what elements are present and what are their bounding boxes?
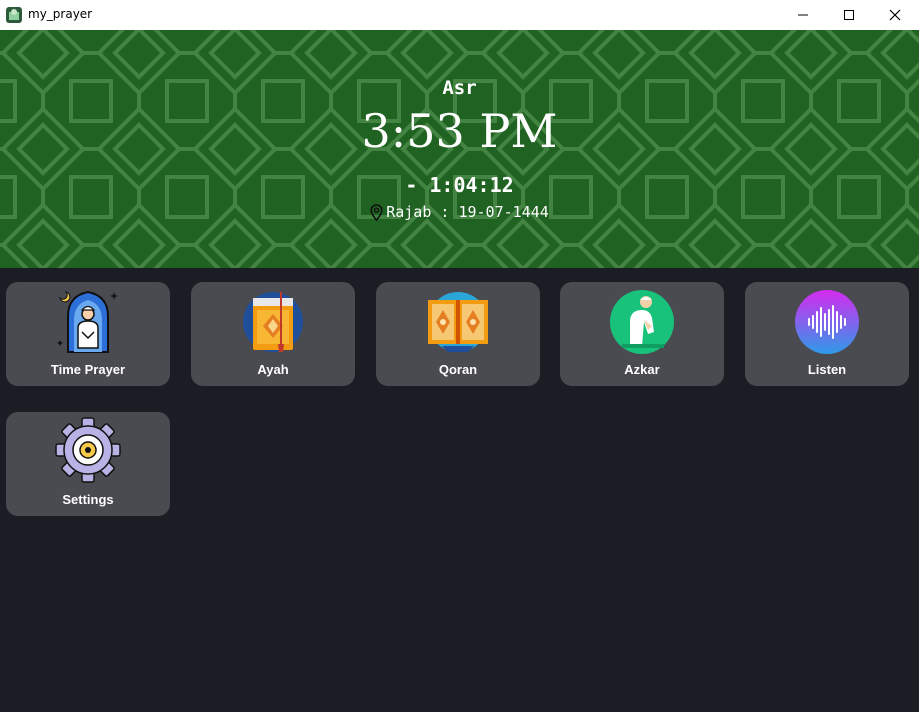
close-button[interactable] [872,0,918,30]
minimize-icon [798,14,808,16]
praying-man-icon [57,290,118,353]
minimize-button[interactable] [780,0,826,30]
hijri-date-row: Rajab : 19-07-1444 [0,203,919,221]
menu-label-qoran: Qoran [438,362,478,377]
menu-label-listen: Listen [807,362,847,377]
menu-label-azkar: Azkar [624,362,660,377]
prayer-header: Asr 3:53 PM - 1:04:12 Rajab : 19-07-1444 [0,30,919,268]
menu-label-time-prayer: Time Prayer [50,362,126,377]
menu-card-ayah[interactable]: Ayah [191,282,355,386]
hijri-date: Rajab : 19-07-1444 [386,203,549,221]
location-pin-icon [370,203,383,221]
menu-label-settings: Settings [62,492,114,507]
praying-person-icon [610,290,674,354]
app-icon [6,7,22,23]
window-title: my_prayer [28,7,93,21]
book-icon [243,292,303,352]
time-remaining: - 1:04:12 [405,173,514,197]
open-quran-icon [428,292,488,352]
sound-wave-icon [795,290,859,354]
menu-card-time-prayer[interactable]: Time Prayer [6,282,170,386]
menu-label-ayah: Ayah [257,362,289,377]
current-prayer-time: 3:53 PM [361,104,558,158]
gear-icon [55,417,121,483]
maximize-button[interactable] [826,0,872,30]
menu-card-settings[interactable]: Settings [6,412,170,516]
current-prayer-name: Asr [442,77,477,99]
maximize-icon [844,10,854,20]
menu-card-qoran[interactable]: Qoran [376,282,540,386]
menu-card-listen[interactable]: Listen [745,282,909,386]
title-bar: my_prayer [0,0,919,30]
menu-card-azkar[interactable]: Azkar [560,282,724,386]
close-icon [889,9,901,21]
